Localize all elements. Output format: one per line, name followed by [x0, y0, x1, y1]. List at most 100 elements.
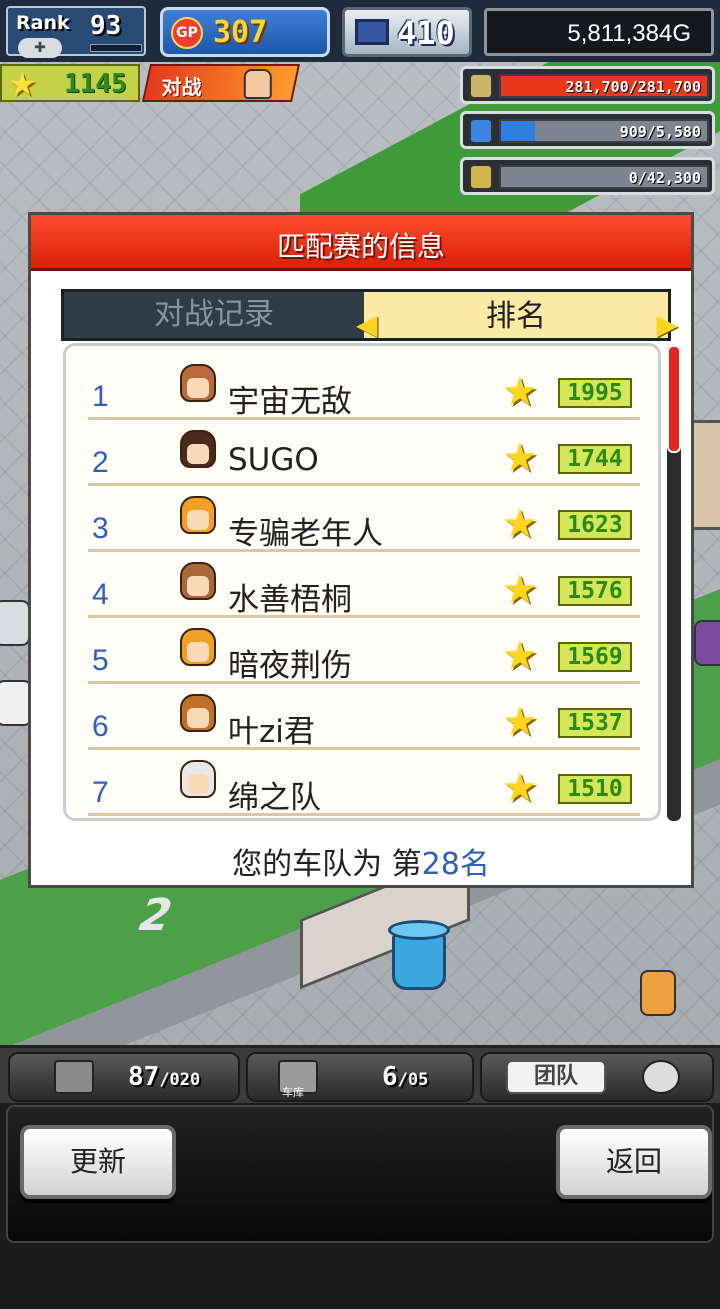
gp-display[interactable]: GP 307: [160, 7, 330, 57]
update-button[interactable]: 更新: [20, 1125, 176, 1199]
tab-bar: 对战记录 ◀ 排名 ▶: [61, 289, 678, 341]
side-building: [690, 420, 720, 530]
crate-icon: [54, 1060, 94, 1094]
player-name: 绵之队: [228, 780, 321, 816]
player-points: 1576: [558, 576, 632, 606]
gp-coin-icon: GP: [171, 17, 203, 49]
battle-button[interactable]: 对战: [141, 64, 301, 102]
player-points: 1744: [558, 444, 632, 474]
player-avatar-icon: [180, 496, 216, 534]
money-stack-icon: [469, 73, 493, 99]
star-icon: ★: [502, 369, 538, 415]
car-sprite: [0, 600, 30, 646]
box-count-cell[interactable]: 87/020: [8, 1052, 240, 1102]
dialog-header: 匹配赛的信息: [31, 215, 691, 271]
player-name: 专骗老年人: [228, 516, 383, 552]
ranking-scrollbar[interactable]: [667, 345, 681, 821]
star-icon: ★: [502, 633, 538, 679]
player-avatar-icon: [180, 760, 216, 798]
tab-battle-history[interactable]: 对战记录: [64, 292, 364, 338]
resource-fill: [501, 121, 535, 141]
player-points: 1623: [558, 510, 632, 540]
team-cell[interactable]: 团队: [480, 1052, 714, 1102]
rival-face-icon: [243, 69, 272, 99]
button-bar: 更新 返回: [6, 1105, 714, 1243]
player-name: 水善梧桐: [228, 582, 352, 618]
player-points: 1537: [558, 708, 632, 738]
resource-bar: 0/42,300: [460, 157, 715, 195]
player-name: 叶zi君: [228, 714, 315, 750]
pc-points-value: 410: [397, 14, 455, 52]
box-count-value: 87/020: [128, 1062, 201, 1092]
ranking-row[interactable]: 2 SUGO ★ 1744: [88, 420, 640, 486]
player-points: 1569: [558, 642, 632, 672]
ranking-row[interactable]: 5 暗夜荆伤 ★ 1569: [88, 618, 640, 684]
your-team-rank: 您的车队为 第28名: [31, 839, 691, 883]
player-avatar-icon: [180, 694, 216, 732]
resource-track: 281,700/281,700: [499, 74, 709, 98]
player-name: 宇宙无敌: [228, 384, 352, 420]
top-hud: Rank 93 ✚ GP 307 410 5,811,384G: [0, 0, 720, 62]
star-icon: ★: [502, 699, 538, 745]
ranking-row[interactable]: 6 叶zi君 ★ 1537: [88, 684, 640, 750]
garage-cell[interactable]: 车库 6/05: [246, 1052, 474, 1102]
fame-display: ★ 1145: [0, 64, 140, 102]
match-info-dialog: 匹配赛的信息 对战记录 ◀ 排名 ▶ 1 宇宙无敌 ★ 1995 2 SUGO ★ 1744 3…: [28, 212, 694, 888]
rank-position: 5: [92, 644, 109, 677]
player-points: 1995: [558, 378, 632, 408]
back-button[interactable]: 返回: [556, 1125, 712, 1199]
ranking-row[interactable]: 4 水善梧桐 ★ 1576: [88, 552, 640, 618]
resource-value: 909/5,580: [619, 123, 701, 141]
fuel-can-icon: [469, 118, 493, 144]
resource-track: 909/5,580: [499, 119, 709, 143]
ranking-row[interactable]: 1 宇宙无敌 ★ 1995: [88, 354, 640, 420]
crew-member-icon: [642, 1060, 680, 1094]
player-avatar-icon: [180, 364, 216, 402]
team-button[interactable]: 团队: [506, 1060, 606, 1094]
arrow-right-icon[interactable]: ▶: [656, 300, 678, 350]
bottom-panel: 更新 返回: [0, 1103, 720, 1309]
rank-position: 3: [92, 512, 109, 545]
rank-position: 2: [92, 446, 109, 479]
character-sprite: [640, 970, 676, 1016]
rank-position: 6: [92, 710, 109, 743]
tab-ranking[interactable]: ◀ 排名 ▶: [356, 292, 678, 341]
player-points: 1510: [558, 774, 632, 804]
ranking-list[interactable]: 1 宇宙无敌 ★ 1995 2 SUGO ★ 1744 3 专骗老年人 ★ 1623 4 水善梧桐 ★ 157…: [63, 343, 661, 821]
rank-progress-bar: [90, 44, 142, 52]
battle-label: 对战: [161, 75, 202, 99]
garage-count-value: 6/05: [382, 1062, 429, 1092]
your-rank-prefix: 您的车队为 第: [232, 847, 422, 882]
player-avatar-icon: [180, 628, 216, 666]
ranking-row[interactable]: 3 专骗老年人 ★ 1623: [88, 486, 640, 552]
rank-value: 93: [90, 11, 122, 41]
ranking-row[interactable]: 7 绵之队 ★ 1510: [88, 750, 640, 816]
star-icon: ★: [502, 567, 538, 613]
player-name: SUGO: [228, 442, 319, 478]
resource-value: 281,700/281,700: [565, 78, 701, 96]
money-display: 5,811,384G: [484, 8, 714, 56]
trash-can-icon[interactable]: [388, 920, 450, 990]
rank-position: 4: [92, 578, 109, 611]
rank-position: 1: [92, 380, 109, 413]
player-avatar-icon: [180, 562, 216, 600]
rank-display: Rank 93 ✚: [6, 6, 146, 58]
tab-ranking-label: 排名: [486, 299, 546, 334]
controller-icon[interactable]: ✚: [18, 38, 62, 58]
star-icon: ★: [502, 765, 538, 811]
bottom-status-strip: 87/020 车库 6/05 团队: [0, 1045, 720, 1103]
scrollbar-thumb[interactable]: [667, 345, 681, 453]
grain-icon: [469, 164, 493, 190]
resource-value: 0/42,300: [628, 169, 701, 187]
star-icon: ★: [502, 435, 538, 481]
fame-battle-row: ★ 1145 对战: [0, 62, 301, 104]
player-name: 暗夜荆伤: [228, 648, 352, 684]
resource-bar: 909/5,580: [460, 111, 715, 149]
gp-value: 307: [213, 15, 268, 50]
your-rank-suffix: 名: [459, 847, 490, 882]
garage-label: 车库: [282, 1086, 304, 1099]
pc-points-display[interactable]: 410: [342, 7, 472, 57]
star-icon: ★: [8, 65, 37, 103]
your-rank-number: 28: [421, 847, 460, 882]
dialog-title: 匹配赛的信息: [276, 230, 445, 263]
